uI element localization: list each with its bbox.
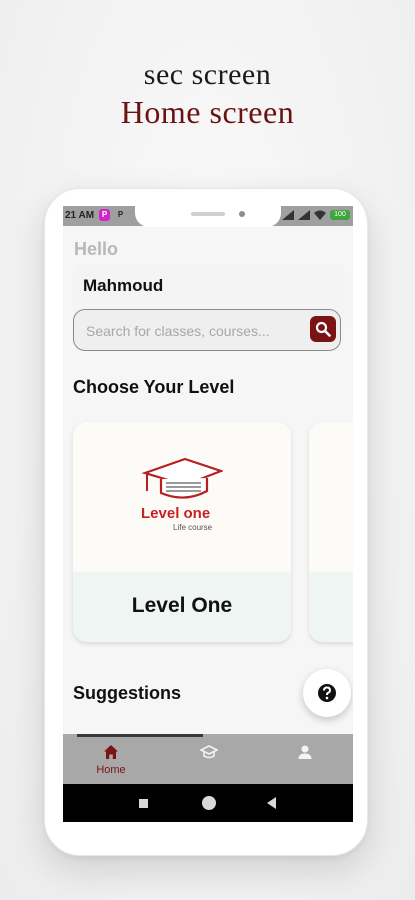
- search-button[interactable]: [310, 316, 336, 342]
- level-logo-subtext: Life course: [173, 523, 213, 532]
- search-icon: [315, 321, 331, 337]
- level-card-image: Level one Life course: [73, 422, 291, 572]
- level-card-name: Level One: [131, 594, 233, 617]
- recents-button[interactable]: [139, 799, 148, 808]
- front-camera: [239, 211, 245, 217]
- nav-label-home: Home: [96, 764, 126, 776]
- wifi-icon: [314, 210, 326, 220]
- level-card[interactable]: Level one Life course Level One: [73, 422, 291, 642]
- nav-item-home[interactable]: Home: [63, 734, 159, 784]
- speaker-grille: [191, 212, 225, 216]
- graduation-cap-icon: [200, 745, 218, 759]
- choose-level-title: Choose Your Level: [73, 377, 235, 397]
- promo-title-line1: sec screen: [143, 58, 272, 91]
- phone-frame: 21 AM P P 100 Hello Mahmoud Search for c…: [44, 188, 368, 856]
- level-card-footer: [309, 572, 353, 642]
- help-icon: [318, 684, 336, 702]
- greeting-text: Hello: [74, 239, 119, 259]
- signal-icon-2: [298, 210, 310, 220]
- promo-title-line2: Home screen: [120, 94, 295, 130]
- battery-icon: 100: [330, 210, 350, 220]
- user-name: Mahmoud: [83, 276, 164, 295]
- app-screen: 21 AM P P 100 Hello Mahmoud Search for c…: [63, 206, 353, 822]
- search-input[interactable]: [84, 320, 296, 342]
- person-icon: [298, 745, 312, 759]
- graduation-cap-logo-icon: [141, 457, 223, 499]
- level-logo-text: Level one: [141, 505, 211, 522]
- search-bar: [73, 309, 341, 351]
- system-navigation-bar: [63, 784, 353, 822]
- back-button[interactable]: [267, 797, 276, 809]
- notification-app-icon: P: [99, 209, 110, 221]
- signal-icon: [282, 210, 294, 220]
- nav-item-profile[interactable]: [257, 734, 353, 784]
- status-bar: 21 AM P P 100: [63, 206, 353, 227]
- home-icon: [104, 745, 118, 759]
- level-card-footer: Level One: [73, 572, 291, 642]
- level-card-partial[interactable]: [309, 422, 353, 642]
- notification-app-icon-2: P: [117, 210, 124, 219]
- bottom-navigation: Home: [63, 734, 353, 784]
- help-button[interactable]: [303, 669, 351, 717]
- home-system-button[interactable]: [202, 796, 216, 810]
- nav-item-courses[interactable]: [160, 734, 256, 784]
- level-card-image: [309, 422, 353, 572]
- suggestions-title: Suggestions: [73, 683, 182, 703]
- camera-notch: [135, 206, 281, 227]
- status-time: 21 AM: [65, 210, 95, 221]
